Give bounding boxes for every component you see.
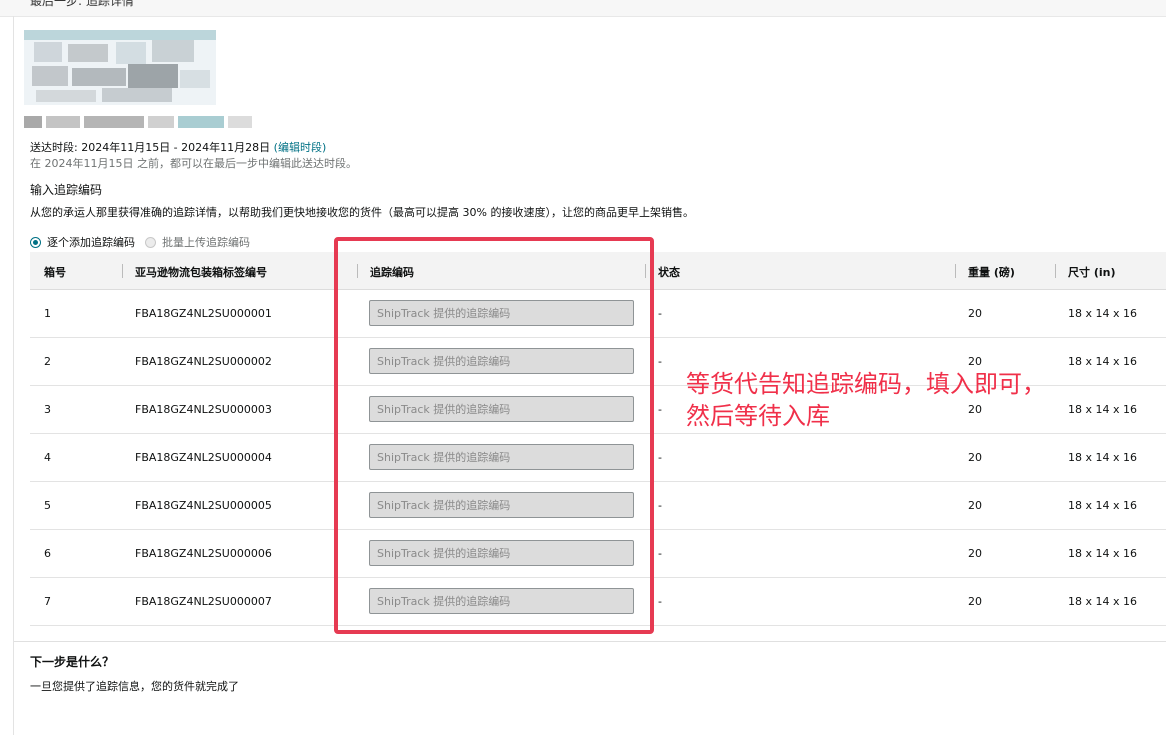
status: - — [658, 451, 662, 464]
table-row: 4 FBA18GZ4NL2SU000004 - 20 18 x 14 x 16 — [30, 434, 1166, 482]
weight: 20 — [968, 355, 982, 368]
box-number: 7 — [44, 595, 51, 608]
col-tracking-code: 追踪编码 — [370, 266, 414, 279]
edit-window-link[interactable]: (编辑时段) — [274, 141, 327, 154]
col-box-number: 箱号 — [44, 266, 66, 279]
step-title: 最后一步: 追踪详情 — [30, 0, 134, 8]
weight: 20 — [968, 499, 982, 512]
tracking-table: 箱号 亚马逊物流包装箱标签编号 追踪编码 状态 重量 (磅) 尺寸 (in) 1… — [30, 252, 1166, 626]
status: - — [658, 595, 662, 608]
status: - — [658, 499, 662, 512]
radio-bulk-upload[interactable] — [145, 236, 156, 248]
status: - — [658, 547, 662, 560]
box-number: 3 — [44, 403, 51, 416]
column-divider — [645, 264, 646, 278]
redacted-shipment-image — [24, 30, 216, 105]
column-divider — [122, 264, 123, 278]
delivery-window: 送达时段: 2024年11月15日 - 2024年11月28日 (编辑时段) — [30, 139, 326, 155]
col-weight: 重量 (磅) — [968, 266, 1015, 279]
dimensions: 18 x 14 x 16 — [1068, 307, 1137, 320]
dimensions: 18 x 14 x 16 — [1068, 403, 1137, 416]
table-row: 6 FBA18GZ4NL2SU000006 - 20 18 x 14 x 16 — [30, 530, 1166, 578]
fba-box-label: FBA18GZ4NL2SU000002 — [135, 355, 272, 368]
delivery-window-text: 送达时段: 2024年11月15日 - 2024年11月28日 — [30, 141, 271, 154]
col-dimensions: 尺寸 (in) — [1068, 266, 1116, 279]
column-divider — [357, 264, 358, 278]
weight: 20 — [968, 451, 982, 464]
column-divider — [1055, 264, 1056, 278]
column-divider — [955, 264, 956, 278]
col-status: 状态 — [658, 266, 680, 279]
fba-box-label: FBA18GZ4NL2SU000003 — [135, 403, 272, 416]
status: - — [658, 403, 662, 416]
dimensions: 18 x 14 x 16 — [1068, 499, 1137, 512]
fba-box-label: FBA18GZ4NL2SU000004 — [135, 451, 272, 464]
delivery-edit-note: 在 2024年11月15日 之前，都可以在最后一步中编辑此送达时段。 — [30, 157, 357, 170]
tracking-description: 从您的承运人那里获得准确的追踪详情，以帮助我们更快地接收您的货件（最高可以提高 … — [30, 206, 694, 219]
next-steps-description: 一旦您提供了追踪信息，您的货件就完成了 — [30, 680, 239, 693]
table-row: 5 FBA18GZ4NL2SU000005 - 20 18 x 14 x 16 — [30, 482, 1166, 530]
tracking-code-input[interactable] — [369, 444, 634, 470]
tracking-code-input[interactable] — [369, 492, 634, 518]
table-header: 箱号 亚马逊物流包装箱标签编号 追踪编码 状态 重量 (磅) 尺寸 (in) — [30, 252, 1166, 290]
radio-one-by-one-label[interactable]: 逐个添加追踪编码 — [47, 234, 135, 250]
box-number: 2 — [44, 355, 51, 368]
tracking-code-input[interactable] — [369, 348, 634, 374]
dimensions: 18 x 14 x 16 — [1068, 451, 1137, 464]
box-number: 5 — [44, 499, 51, 512]
fba-box-label: FBA18GZ4NL2SU000007 — [135, 595, 272, 608]
status: - — [658, 307, 662, 320]
box-number: 6 — [44, 547, 51, 560]
weight: 20 — [968, 307, 982, 320]
box-number: 4 — [44, 451, 51, 464]
radio-bulk-upload-label[interactable]: 批量上传追踪编码 — [162, 234, 250, 250]
dimensions: 18 x 14 x 16 — [1068, 355, 1137, 368]
table-row: 7 FBA18GZ4NL2SU000007 - 20 18 x 14 x 16 — [30, 578, 1166, 626]
dimensions: 18 x 14 x 16 — [1068, 595, 1137, 608]
fba-box-label: FBA18GZ4NL2SU000001 — [135, 307, 272, 320]
redacted-shipment-name — [24, 116, 252, 128]
tracking-heading: 输入追踪编码 — [30, 183, 103, 197]
weight: 20 — [968, 547, 982, 560]
tracking-mode-group: 逐个添加追踪编码 批量上传追踪编码 — [30, 234, 250, 250]
next-steps-title: 下一步是什么？ — [30, 655, 115, 669]
radio-one-by-one[interactable] — [30, 236, 41, 248]
tracking-code-input[interactable] — [369, 396, 634, 422]
weight: 20 — [968, 595, 982, 608]
fba-box-label: FBA18GZ4NL2SU000006 — [135, 547, 272, 560]
dimensions: 18 x 14 x 16 — [1068, 547, 1137, 560]
tracking-code-input[interactable] — [369, 588, 634, 614]
tracking-code-input[interactable] — [369, 540, 634, 566]
left-divider — [13, 16, 14, 735]
annotation-text: 等货代告知追踪编码，填入即可， 然后等待入库 — [686, 368, 1046, 432]
col-fba-label: 亚马逊物流包装箱标签编号 — [135, 266, 267, 279]
annotation-line-1: 等货代告知追踪编码，填入即可， — [686, 370, 1046, 398]
box-number: 1 — [44, 307, 51, 320]
top-strip: 最后一步: 追踪详情 — [0, 0, 1166, 17]
annotation-line-2: 然后等待入库 — [686, 402, 830, 430]
tracking-code-input[interactable] — [369, 300, 634, 326]
status: - — [658, 355, 662, 368]
fba-box-label: FBA18GZ4NL2SU000005 — [135, 499, 272, 512]
table-row: 1 FBA18GZ4NL2SU000001 - 20 18 x 14 x 16 — [30, 290, 1166, 338]
next-steps-section: 下一步是什么？ 一旦您提供了追踪信息，您的货件就完成了 — [14, 641, 1166, 736]
